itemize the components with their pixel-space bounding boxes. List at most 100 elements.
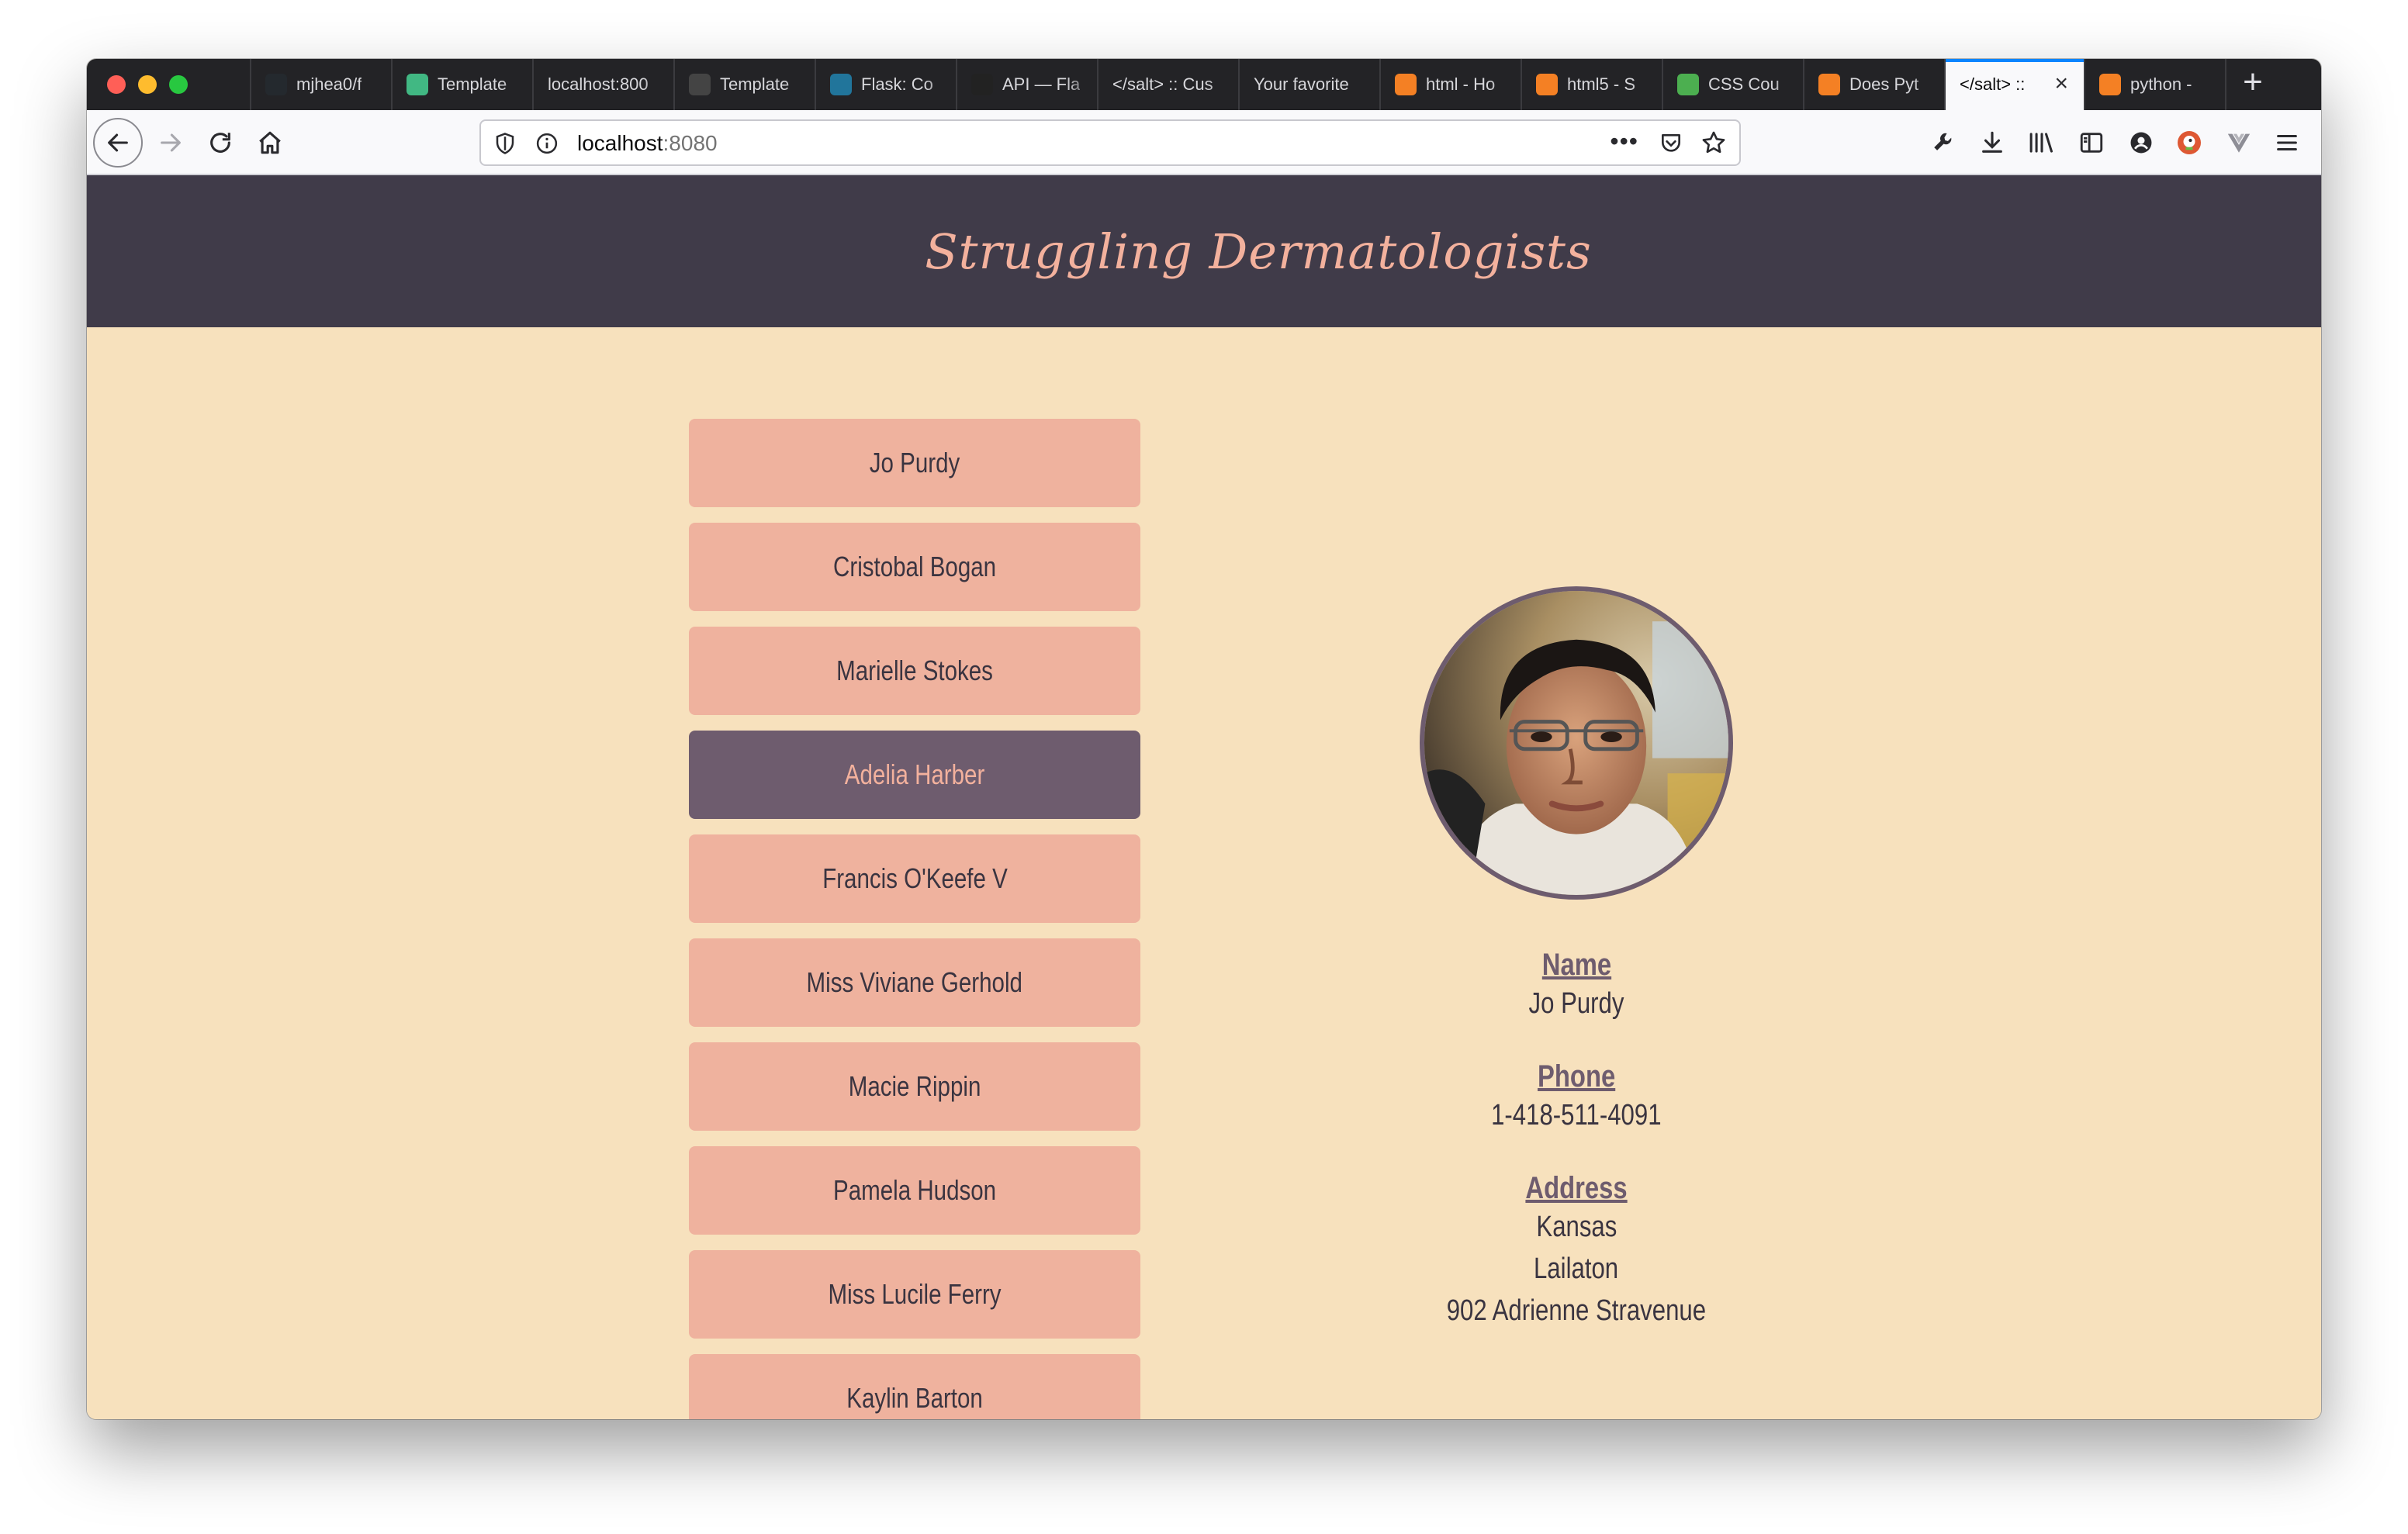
browser-tab[interactable]: </salt> :: × bbox=[1944, 59, 2084, 110]
person-button[interactable]: Jo Purdy bbox=[689, 419, 1140, 507]
person-name: Marielle Stokes bbox=[836, 655, 993, 686]
name-field: Name Jo Purdy bbox=[1305, 948, 1848, 1021]
site-header: Struggling Dermatologists bbox=[87, 175, 2321, 327]
person-name: Jo Purdy bbox=[869, 447, 960, 479]
wordpress-icon bbox=[830, 74, 852, 95]
browser-tab[interactable]: localhost:800 bbox=[532, 59, 673, 110]
browser-tab[interactable]: Your favorite bbox=[1238, 59, 1379, 110]
tab-label: Template bbox=[438, 74, 507, 94]
person-button[interactable]: Miss Viviane Gerhold bbox=[689, 938, 1140, 1027]
profile-panel: Name Jo Purdy Phone 1-418-511-4091 Addre… bbox=[1305, 586, 1848, 1332]
tab-label: localhost:800 bbox=[548, 74, 649, 94]
tab-label: Does Pyt bbox=[1849, 74, 1919, 94]
browser-window: mjhea0/f Template localhost:800 Template Fla… bbox=[87, 59, 2321, 1419]
tab-label: Your favorite bbox=[1254, 74, 1349, 94]
browser-tab[interactable]: Flask: Co bbox=[815, 59, 956, 110]
browser-tab[interactable]: mjhea0/f bbox=[250, 59, 391, 110]
tab-strip: mjhea0/f Template localhost:800 Template Fla… bbox=[87, 59, 2321, 110]
account-icon[interactable] bbox=[2126, 127, 2157, 158]
person-name: Macie Rippin bbox=[848, 1070, 981, 1102]
address-label: Address bbox=[1525, 1171, 1628, 1205]
person-button[interactable]: Cristobal Bogan bbox=[689, 523, 1140, 611]
browser-tab[interactable]: html5 - S bbox=[1521, 59, 1662, 110]
browser-tab[interactable]: API — Fla bbox=[956, 59, 1097, 110]
menu-hamburger-icon[interactable] bbox=[2271, 127, 2302, 158]
home-icon bbox=[259, 131, 281, 154]
minimize-window-icon[interactable] bbox=[138, 75, 157, 94]
tracking-shield-icon[interactable] bbox=[493, 132, 517, 155]
person-button[interactable]: Francis O'Keefe V bbox=[689, 834, 1140, 923]
tab-label: Template bbox=[720, 74, 790, 94]
person-button[interactable]: Kaylin Barton bbox=[689, 1354, 1140, 1419]
page-actions-icon[interactable]: ••• bbox=[1610, 127, 1638, 156]
name-label: Name bbox=[1541, 948, 1611, 982]
person-name: Adelia Harber bbox=[844, 758, 985, 790]
forward-button[interactable] bbox=[147, 119, 194, 166]
people-list: Jo Purdy Cristobal Bogan Marielle Stokes Ad… bbox=[689, 419, 1140, 1419]
browser-tab[interactable]: python - bbox=[2084, 59, 2225, 110]
phone-label: Phone bbox=[1537, 1059, 1616, 1093]
site-info-icon[interactable] bbox=[535, 132, 559, 155]
person-button[interactable]: Macie Rippin bbox=[689, 1042, 1140, 1131]
address-street: 902 Adrienne Stravenue bbox=[1446, 1294, 1707, 1327]
site-title: Struggling Dermatologists bbox=[925, 223, 1592, 280]
phone-field: Phone 1-418-511-4091 bbox=[1305, 1059, 1848, 1132]
url-bar[interactable]: localhost:8080 ••• bbox=[479, 119, 1741, 166]
close-tab-icon[interactable]: × bbox=[2054, 72, 2068, 95]
maximize-window-icon[interactable] bbox=[169, 75, 188, 94]
duckduckgo-extension-icon[interactable] bbox=[2174, 127, 2205, 158]
new-tab-button[interactable]: + bbox=[2225, 59, 2279, 110]
close-window-icon[interactable] bbox=[107, 75, 126, 94]
tab-label: CSS Cou bbox=[1708, 74, 1780, 94]
tab-label: </salt> :: bbox=[1960, 74, 2026, 94]
vue-icon bbox=[407, 74, 428, 95]
url-text[interactable]: localhost:8080 bbox=[577, 132, 718, 155]
tab-label: mjhea0/f bbox=[296, 74, 362, 94]
person-name: Pamela Hudson bbox=[832, 1174, 997, 1206]
person-button[interactable]: Pamela Hudson bbox=[689, 1146, 1140, 1235]
reload-icon bbox=[210, 133, 230, 153]
person-button[interactable]: Miss Lucile Ferry bbox=[689, 1250, 1140, 1339]
address-city: Lailaton bbox=[1534, 1252, 1619, 1285]
browser-tab[interactable]: Template bbox=[391, 59, 532, 110]
stackoverflow-icon bbox=[1395, 74, 1417, 95]
address-field: Address Kansas Lailaton 902 Adrienne Str… bbox=[1305, 1171, 1848, 1332]
tab-list: mjhea0/f Template localhost:800 Template Fla… bbox=[250, 59, 2279, 110]
person-button[interactable]: Adelia Harber bbox=[689, 731, 1140, 819]
download-icon[interactable] bbox=[1977, 127, 2008, 158]
reload-button[interactable] bbox=[197, 119, 244, 166]
name-value: Jo Purdy bbox=[1528, 987, 1624, 1020]
url-port: :8080 bbox=[663, 131, 718, 155]
page-icon bbox=[689, 74, 711, 95]
bookmark-star-icon[interactable] bbox=[1700, 130, 1727, 156]
person-name: Miss Lucile Ferry bbox=[828, 1278, 1002, 1310]
profile-photo bbox=[1424, 591, 1728, 895]
pocket-icon[interactable] bbox=[1659, 131, 1683, 156]
back-button[interactable] bbox=[93, 118, 143, 168]
sidebar-icon[interactable] bbox=[2076, 127, 2107, 158]
browser-tab[interactable]: html - Ho bbox=[1379, 59, 1521, 110]
tab-label: </salt> :: Cus bbox=[1112, 74, 1213, 94]
vuejs-extension-icon[interactable] bbox=[2223, 127, 2254, 158]
stackoverflow-icon bbox=[1818, 74, 1840, 95]
person-name: Kaylin Barton bbox=[846, 1382, 983, 1414]
home-button[interactable] bbox=[247, 119, 293, 166]
arrow-right-icon bbox=[161, 133, 181, 152]
browser-tab[interactable]: CSS Cou bbox=[1662, 59, 1803, 110]
tab-label: API — Fla bbox=[1002, 74, 1081, 94]
browser-tab[interactable]: Template bbox=[673, 59, 815, 110]
stackoverflow-icon bbox=[2099, 74, 2121, 95]
avatar bbox=[1420, 586, 1733, 900]
browser-tab[interactable]: </salt> :: Cus bbox=[1097, 59, 1238, 110]
person-button[interactable]: Marielle Stokes bbox=[689, 627, 1140, 715]
stackoverflow-icon bbox=[1536, 74, 1558, 95]
flask-icon bbox=[971, 74, 993, 95]
tab-label: html - Ho bbox=[1426, 74, 1496, 94]
person-name: Francis O'Keefe V bbox=[822, 862, 1008, 894]
github-icon bbox=[265, 74, 287, 95]
library-icon[interactable] bbox=[2026, 127, 2057, 158]
url-host: localhost bbox=[577, 131, 663, 155]
address-state: Kansas bbox=[1536, 1211, 1617, 1243]
devtools-wrench-icon[interactable] bbox=[1929, 127, 1960, 158]
browser-tab[interactable]: Does Pyt bbox=[1803, 59, 1944, 110]
